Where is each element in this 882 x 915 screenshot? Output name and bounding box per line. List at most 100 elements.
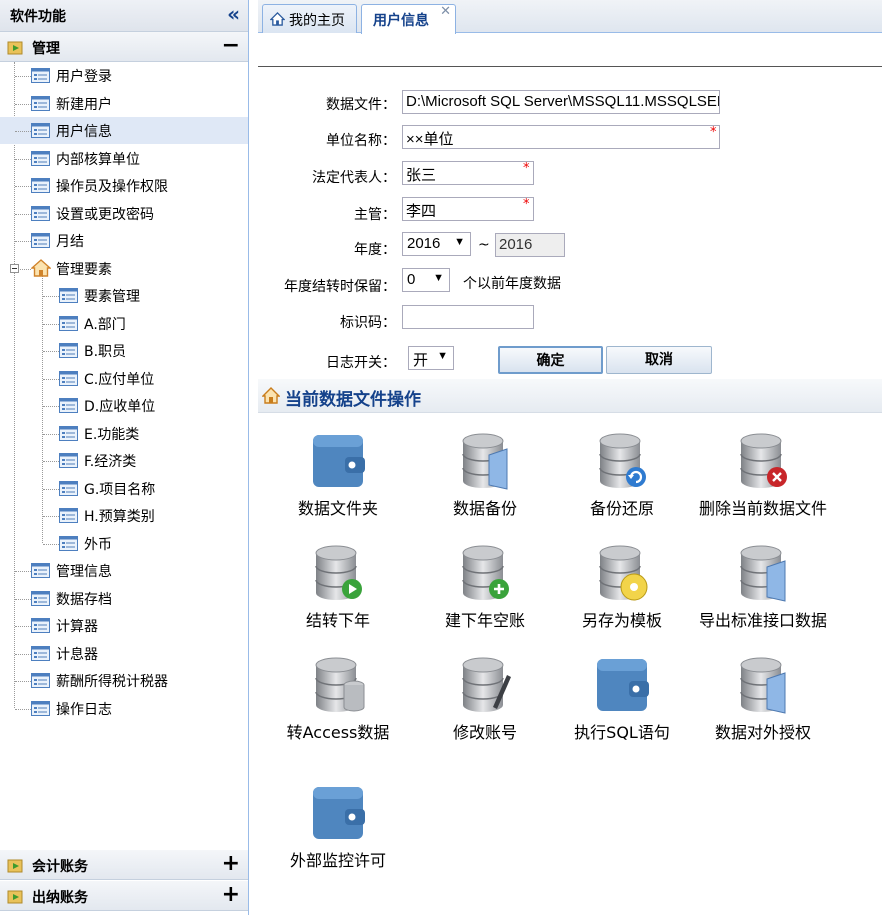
operation-label: 修改账号 xyxy=(452,723,517,742)
panel-accounting-label: 会计账务 xyxy=(32,859,88,875)
collapse-minus-icon[interactable]: − xyxy=(222,33,240,59)
tree-item[interactable]: 用户登录 xyxy=(0,62,248,89)
operation-label: 数据对外授权 xyxy=(714,723,811,742)
tree-item[interactable]: B.职员 xyxy=(0,337,248,364)
tree-connector xyxy=(15,213,31,215)
panel-cashier[interactable]: 出纳账务 + xyxy=(0,881,248,911)
section-title: 当前数据文件操作 xyxy=(285,390,421,410)
tree-item[interactable]: 内部核算单位 xyxy=(0,145,248,172)
tree-item[interactable]: 管理信息 xyxy=(0,557,248,584)
unit-name-label: 单位名称： xyxy=(326,133,396,149)
tree-item[interactable]: F.经济类 xyxy=(0,447,248,474)
operation-button[interactable]: 删除当前数据文件 xyxy=(688,431,838,531)
legal-rep-input[interactable]: 张三 xyxy=(402,161,534,185)
tree-connector xyxy=(43,378,59,380)
tree-connector xyxy=(43,461,59,462)
tree-item-label: 操作员及操作权限 xyxy=(56,179,168,195)
tree-item[interactable]: 薪酬所得税计税器 xyxy=(0,667,248,694)
form-page-icon xyxy=(59,343,78,358)
tree-item[interactable]: C.应付单位 xyxy=(0,365,248,392)
tree-item[interactable]: 要素管理 xyxy=(0,282,248,309)
tree-item[interactable]: E.功能类 xyxy=(0,420,248,447)
year-from-select[interactable]: 2016 ▼ xyxy=(402,232,471,256)
operation-button[interactable]: 另存为模板 xyxy=(547,543,697,643)
tree-connector xyxy=(43,543,59,545)
tab-home[interactable]: 我的主页 xyxy=(262,4,357,33)
tree-connector xyxy=(15,158,31,160)
tree-item[interactable]: H.预算类别 xyxy=(0,502,248,529)
triangle-down-icon: ▼ xyxy=(433,272,444,284)
tree-item[interactable]: 月结 xyxy=(0,227,248,254)
tree-item[interactable]: 数据存档 xyxy=(0,585,248,612)
operation-button[interactable]: 转Access数据 xyxy=(263,655,413,755)
form-page-icon xyxy=(31,700,50,716)
panel-manage-label: 管理 xyxy=(32,41,60,57)
tree-item-label: 数据存档 xyxy=(56,591,112,608)
main-content: 数据文件： D:\Microsoft SQL Server\MSSQL11.MS… xyxy=(258,34,882,915)
operation-label: 建下年空账 xyxy=(444,611,525,630)
close-icon[interactable]: ✕ xyxy=(440,4,451,19)
operation-label: 删除当前数据文件 xyxy=(698,499,827,518)
triangle-down-icon: ▼ xyxy=(437,350,448,362)
form-page-icon xyxy=(59,480,78,496)
operation-button[interactable]: 建下年空账 xyxy=(410,543,560,643)
section-header: 当前数据文件操作 xyxy=(258,379,882,413)
ok-button[interactable]: 确定 xyxy=(498,346,603,374)
operation-button[interactable]: 外部监控许可 xyxy=(263,783,413,883)
supervisor-input[interactable]: 李四 xyxy=(402,197,534,221)
keep-years-select[interactable]: 0 ▼ xyxy=(402,268,450,292)
operation-button[interactable]: 备份还原 xyxy=(547,431,697,531)
tree-item[interactable]: 用户信息 xyxy=(0,117,248,144)
form-page-icon xyxy=(31,205,50,221)
operation-button[interactable]: 数据备份 xyxy=(410,431,560,531)
operation-button[interactable]: 数据文件夹 xyxy=(263,431,413,531)
expand-plus-icon[interactable]: + xyxy=(222,851,240,877)
tree-item[interactable]: 外币 xyxy=(0,530,248,557)
form-page-icon xyxy=(59,315,78,331)
tree-item-label: 内部核算单位 xyxy=(56,151,140,168)
log-switch-select[interactable]: 开 ▼ xyxy=(408,346,454,370)
operation-button[interactable]: 修改账号 xyxy=(410,655,560,755)
keep-label: 年度结转时保留： xyxy=(284,279,396,295)
expand-plus-icon[interactable]: + xyxy=(222,882,240,908)
tab-home-label: 我的主页 xyxy=(289,13,345,29)
database-export-icon xyxy=(735,543,791,603)
tree-item-label: 操作日志 xyxy=(56,701,112,718)
supervisor-label: 主管： xyxy=(354,207,396,223)
operation-button[interactable]: 结转下年 xyxy=(263,543,413,643)
unit-name-input[interactable]: ××单位 xyxy=(402,125,720,149)
tree-connector xyxy=(15,186,31,187)
double-chevron-left-icon[interactable]: « xyxy=(227,3,240,25)
form-page-icon xyxy=(31,590,50,606)
tree-connector xyxy=(15,76,31,77)
tree-item[interactable]: D.应收单位 xyxy=(0,392,248,419)
tree-item[interactable]: 操作日志 xyxy=(0,695,248,722)
panel-accounting[interactable]: 会计账务 + xyxy=(0,850,248,880)
tree-item[interactable]: 设置或更改密码 xyxy=(0,200,248,227)
id-code-input[interactable] xyxy=(402,305,534,329)
tree-item[interactable]: G.项目名称 xyxy=(0,475,248,502)
tree-connector xyxy=(43,488,59,490)
tree-item[interactable]: A.部门 xyxy=(0,310,248,337)
home-icon xyxy=(262,387,280,404)
cancel-button[interactable]: 取消 xyxy=(606,346,712,374)
operation-button[interactable]: 导出标准接口数据 xyxy=(688,543,838,643)
collapse-toggle-icon[interactable] xyxy=(10,263,19,273)
operation-button[interactable]: 执行SQL语句 xyxy=(547,655,697,755)
tab-user-info[interactable]: 用户信息 ✕ xyxy=(361,4,456,34)
tree-item[interactable]: 计算器 xyxy=(0,612,248,639)
data-file-input[interactable]: D:\Microsoft SQL Server\MSSQL11.MSSQLSER… xyxy=(402,90,720,114)
tree-item[interactable]: 操作员及操作权限 xyxy=(0,172,248,199)
tree-group[interactable]: 管理要素 xyxy=(0,255,248,282)
tree-item[interactable]: 计息器 xyxy=(0,640,248,667)
tree-item[interactable]: 新建用户 xyxy=(0,90,248,117)
tree-item-label: 用户信息 xyxy=(56,124,112,140)
operation-button[interactable]: 数据对外授权 xyxy=(688,655,838,755)
log-switch-label: 日志开关： xyxy=(326,355,396,371)
form-page-icon xyxy=(59,508,78,523)
tree-item-label: C.应付单位 xyxy=(84,371,155,388)
panel-manage[interactable]: 管理 − xyxy=(0,32,248,62)
sidebar-header: 软件功能 « xyxy=(0,0,248,32)
operation-label: 导出标准接口数据 xyxy=(698,611,827,630)
form-page-icon xyxy=(31,178,50,193)
